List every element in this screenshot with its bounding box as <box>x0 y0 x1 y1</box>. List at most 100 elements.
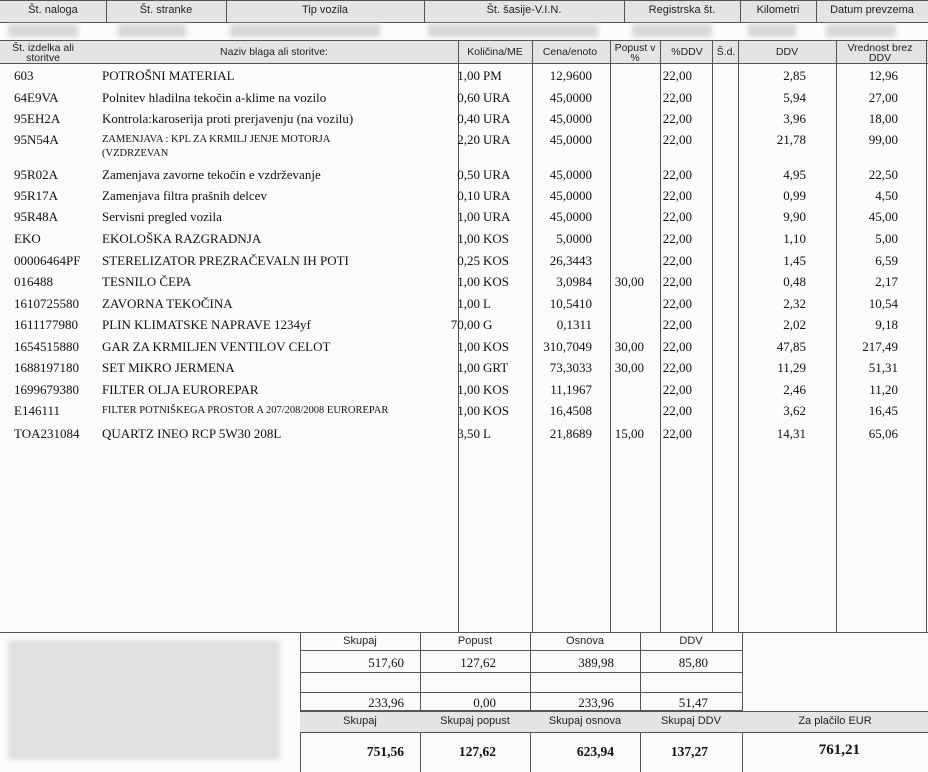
row-vat: 0,48 <box>783 274 806 289</box>
col-header-value: Vrednost brez DDV <box>847 42 913 64</box>
row-vat: 14,31 <box>776 426 806 441</box>
row-price: 21,8689 <box>549 426 592 441</box>
row-unit: PM <box>483 68 502 83</box>
col-header-vat-pct: %DDV <box>671 46 703 58</box>
row-vat: 1,10 <box>783 231 806 246</box>
row-vat-pct: 22,00 <box>662 188 692 203</box>
row-price: 5,0000 <box>556 231 592 246</box>
row-name: STERELIZATOR PREZRAČEVALN IH POTI <box>102 253 349 268</box>
row-price: 16,4508 <box>549 403 592 418</box>
row-code: 1611177980 <box>14 317 79 332</box>
row-value: 11,20 <box>869 382 898 397</box>
row-vat: 2,32 <box>783 296 806 311</box>
row-name: Zamenjava filtra prašnih delcev <box>102 188 267 203</box>
row-name: FILTER POTNIŠKEGA PROSTOR A 207/208/2008… <box>102 405 389 416</box>
row-price: 310,7049 <box>543 339 592 354</box>
header-registration: Registrska št. <box>648 4 716 16</box>
row-name: Zamenjava zavorne tekočin e vzdrževanje <box>102 167 321 182</box>
col-header-qty: Količina/ME <box>467 46 523 58</box>
totals-line2-base: 233,96 <box>578 695 614 710</box>
row-vat-pct: 22,00 <box>662 111 692 126</box>
row-discount: 30,00 <box>614 339 644 354</box>
row-value: 18,00 <box>868 111 898 126</box>
col-header-name: Naziv blaga ali storitve: <box>220 46 328 58</box>
row-value: 6,59 <box>875 253 898 268</box>
col-header-vat: DDV <box>775 46 799 58</box>
row-vat: 5,94 <box>783 90 806 105</box>
row-discount: 30,00 <box>614 360 644 375</box>
redacted-registration <box>632 24 712 37</box>
row-vat: 2,02 <box>783 317 806 332</box>
row-value: 16,45 <box>868 403 898 418</box>
row-price: 45,0000 <box>549 132 592 147</box>
row-value: 27,00 <box>868 90 898 105</box>
header-order-number: Št. naloga <box>28 4 78 16</box>
row-code: 1654515880 <box>14 339 79 354</box>
row-price: 45,0000 <box>549 167 592 182</box>
row-vat-pct: 22,00 <box>662 339 692 354</box>
row-value: 4,50 <box>875 188 898 203</box>
row-name: TESNILO ČEPA <box>102 274 192 289</box>
row-vat-pct: 22,00 <box>662 253 692 268</box>
final-header-pay: Za plačilo EUR <box>798 715 872 727</box>
row-qty: 0,25 <box>457 253 480 268</box>
row-code: TOA231084 <box>14 426 80 441</box>
row-vat: 0,99 <box>783 188 806 203</box>
row-vat-pct: 22,00 <box>662 382 692 397</box>
row-unit: URA <box>483 209 511 224</box>
row-code: 95N54A <box>14 132 59 147</box>
row-qty: 1,00 <box>457 274 480 289</box>
row-unit: URA <box>483 132 511 147</box>
row-vat-pct: 22,00 <box>662 317 692 332</box>
totals-line1-discount: 127,62 <box>460 655 496 670</box>
totals-header-vat: DDV <box>679 635 703 647</box>
row-unit: KOS <box>483 382 510 397</box>
row-code: 95R02A <box>14 167 59 182</box>
totals-header-sum: Skupaj <box>343 635 377 647</box>
totals-header-base: Osnova <box>566 635 604 647</box>
row-price: 45,0000 <box>549 209 592 224</box>
redacted-customer-block <box>8 640 280 760</box>
row-qty: 1,00 <box>457 68 480 83</box>
final-header-vat: Skupaj DDV <box>661 715 721 727</box>
row-name: ZAMENJAVA : KPL ZA KRMILJ JENJE MOTORJA <box>102 134 331 145</box>
row-qty: 2,20 <box>457 132 480 147</box>
row-name: POTROŠNI MATERIAL <box>102 68 235 83</box>
row-unit: URA <box>483 167 511 182</box>
redacted-customer-number <box>118 24 186 37</box>
row-code: 1688197180 <box>14 360 79 375</box>
row-vat-pct: 22,00 <box>662 209 692 224</box>
row-vat-pct: 22,00 <box>662 90 692 105</box>
row-code: 64E9VA <box>14 90 59 105</box>
row-code: EKO <box>14 231 41 246</box>
row-name: Kontrola:karoserija proti prerjavenju (n… <box>102 111 354 126</box>
row-vat: 21,78 <box>776 132 806 147</box>
row-name: PLIN KLIMATSKE NAPRAVE 1234yf <box>102 317 311 332</box>
row-name: QUARTZ INEO RCP 5W30 208L <box>102 426 282 441</box>
row-price: 73,3033 <box>549 360 592 375</box>
row-discount: 30,00 <box>614 274 644 289</box>
row-unit: G <box>483 317 493 332</box>
row-discount: 15,00 <box>614 426 644 441</box>
row-vat-pct: 22,00 <box>662 403 692 418</box>
col-header-code: Št. izdelka ali storitve <box>12 42 74 64</box>
row-unit: L <box>483 426 491 441</box>
final-header-base: Skupaj osnova <box>548 715 622 727</box>
col-header-discount: Popust v % <box>614 42 656 64</box>
row-vat: 1,45 <box>783 253 806 268</box>
row-qty: 1,00 <box>457 209 480 224</box>
row-name: EKOLOŠKA RAZGRADNJA <box>102 231 262 246</box>
row-vat: 3,62 <box>783 403 806 418</box>
row-vat: 2,46 <box>783 382 806 397</box>
row-code: 95R17A <box>14 188 59 203</box>
row-qty: 0,10 <box>457 188 480 203</box>
row-price: 26,3443 <box>549 253 592 268</box>
row-qty: 1,00 <box>457 339 480 354</box>
row-value: 22,50 <box>868 167 898 182</box>
row-value: 10,54 <box>868 296 898 311</box>
row-vat: 4,95 <box>783 167 806 182</box>
totals-line1-sum: 517,60 <box>368 655 404 670</box>
totals-header-discount: Popust <box>457 635 493 647</box>
row-vat-pct: 22,00 <box>662 426 692 441</box>
row-code: 00006464PF <box>14 253 81 268</box>
